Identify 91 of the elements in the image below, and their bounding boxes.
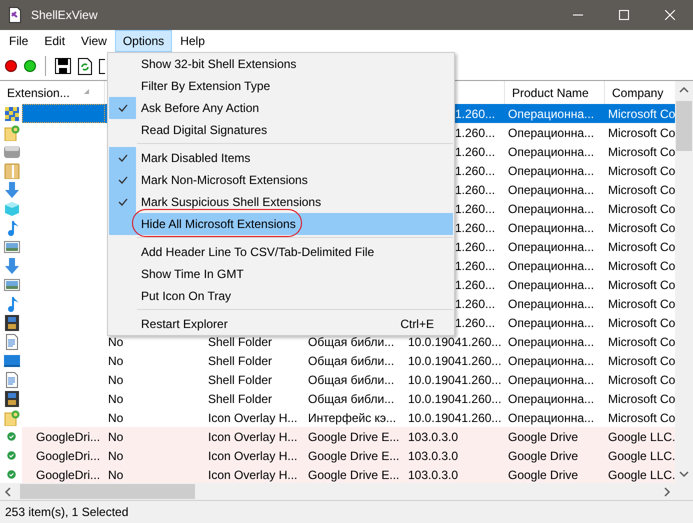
status-text: 253 item(s), 1 Selected: [5, 505, 128, 519]
table-cell-text: No: [107, 372, 124, 388]
table-cell: 1.260...: [455, 220, 496, 234]
table-cell-text: Операционна...: [507, 314, 596, 332]
table-cell-text: Microsoft Co: [607, 144, 675, 160]
table-cell-text: Shell Folder: [207, 390, 274, 408]
table-cell: 1.260...: [455, 106, 496, 120]
table-cell-text: Shell Folder: [207, 372, 274, 388]
table-cell-text: Операционна...: [507, 410, 596, 426]
table-cell-text: 103.0.3.0: [407, 428, 460, 446]
table-cell-text: 10.0.19041.260...: [407, 410, 502, 426]
table-cell-text: Операционна...: [507, 182, 596, 198]
table-cell-text: Общая библи...: [307, 334, 396, 350]
table-cell-text: No: [107, 352, 124, 370]
table-cell-text: No: [107, 466, 124, 483]
table-cell-text: Операционна...: [507, 390, 596, 408]
table-cell: 1.260...: [455, 278, 496, 292]
header-label: Extension...: [7, 86, 70, 100]
table-cell-text: No: [107, 334, 124, 350]
table-cell-text: Google Drive: [507, 448, 580, 464]
shortcut-text: Ctrl+E: [400, 317, 434, 331]
table-cell: 1.260...: [455, 144, 496, 158]
table-cell: 1.260...: [455, 202, 496, 216]
table-cell-text: Microsoft Co: [607, 200, 675, 218]
table-cell-text: 10.0.19041.260...: [407, 372, 502, 388]
table-cell-text: Операционна...: [507, 124, 596, 142]
table-cell-text: Icon Overlay H...: [207, 448, 298, 464]
table-cell-text: Google Drive E...: [307, 428, 400, 446]
table-cell-text: Icon Overlay H...: [207, 428, 298, 446]
table-cell-text: Операционна...: [507, 238, 596, 256]
table-cell-text: No: [107, 428, 124, 446]
table-cell: 1.260...: [455, 164, 496, 178]
table-cell: 1.260...: [455, 240, 496, 254]
table-cell-text: Общая библи...: [307, 390, 396, 408]
table-cell-text: Google Drive: [507, 428, 580, 446]
table-cell-text: Icon Overlay H...: [207, 410, 298, 426]
table-cell-text: Общая библи...: [307, 352, 396, 370]
table-cell-text: Операционна...: [507, 372, 596, 388]
table-cell-text: No: [107, 390, 124, 408]
table-cell-text: Операционна...: [507, 296, 596, 312]
window-title: ShellExView: [31, 8, 98, 22]
table-cell: 1.260...: [455, 258, 496, 272]
table-cell: 1.260...: [455, 126, 496, 140]
table-cell-text: Microsoft Co: [607, 124, 675, 142]
table-cell-text: Microsoft Co: [607, 410, 675, 426]
table-cell-text: Google LLC.: [607, 428, 675, 446]
table-cell-text: Операционна...: [507, 258, 596, 274]
table-cell-text: GoogleDri...: [35, 428, 102, 446]
table-cell-text: Microsoft Co: [607, 390, 675, 408]
table-cell-text: 10.0.19041.260...: [407, 352, 502, 370]
table-cell-text: 103.0.3.0: [407, 466, 460, 483]
table-cell-text: Операционна...: [507, 106, 596, 122]
table-cell-text: Microsoft Co: [607, 238, 675, 256]
table-cell-text: 103.0.3.0: [407, 448, 460, 464]
table-cell-text: Операционна...: [507, 162, 596, 180]
table-cell-text: No: [107, 410, 124, 426]
table-cell-text: No: [107, 448, 124, 464]
table-cell-text: Microsoft Co: [607, 182, 675, 198]
table-cell-text: Icon Overlay H...: [207, 466, 298, 483]
table-cell-text: Microsoft Co: [607, 334, 675, 350]
table-cell-text: Microsoft Co: [607, 372, 675, 388]
table-cell-text: Google LLC.: [607, 448, 675, 464]
table-cell-text: Операционна...: [507, 144, 596, 160]
table-cell-text: 10.0.19041.260...: [407, 334, 502, 350]
table-cell-text: Google LLC.: [607, 466, 675, 483]
table-cell-text: Операционна...: [507, 220, 596, 236]
table-cell-text: Microsoft Co: [607, 220, 675, 236]
table-cell-text: Операционна...: [507, 334, 596, 350]
table-cell: 1.260...: [455, 296, 496, 310]
table-cell-text: Microsoft Co: [607, 258, 675, 274]
table-cell-text: Google Drive: [507, 466, 580, 483]
table-cell-text: Microsoft Co: [607, 314, 675, 332]
table-cell-text: Microsoft Co: [607, 162, 675, 180]
table-cell: 1.260...: [455, 316, 496, 330]
table-cell-text: Google Drive E...: [307, 466, 400, 483]
table-cell-text: 10.0.19041.260...: [407, 390, 502, 408]
table-cell-text: Shell Folder: [207, 334, 274, 350]
table-cell-text: Интерфейс кэ...: [307, 410, 398, 426]
table-cell-text: Операционна...: [507, 352, 596, 370]
table-cell-text: Общая библи...: [307, 372, 396, 388]
table-cell-text: Microsoft Co: [607, 276, 675, 294]
table-cell-text: Microsoft Co: [607, 352, 675, 370]
table-cell: 1.260...: [455, 182, 496, 196]
table-cell-text: Операционна...: [507, 200, 596, 218]
table-cell-text: Операционна...: [507, 276, 596, 294]
table-cell-text: Microsoft Co: [607, 106, 675, 122]
table-cell-text: GoogleDri...: [35, 448, 102, 464]
table-cell-text: GoogleDri...: [35, 466, 102, 483]
table-cell-text: Google Drive E...: [307, 448, 400, 464]
table-cell-text: Shell Folder: [207, 352, 274, 370]
table-cell-text: Microsoft Co: [607, 296, 675, 312]
